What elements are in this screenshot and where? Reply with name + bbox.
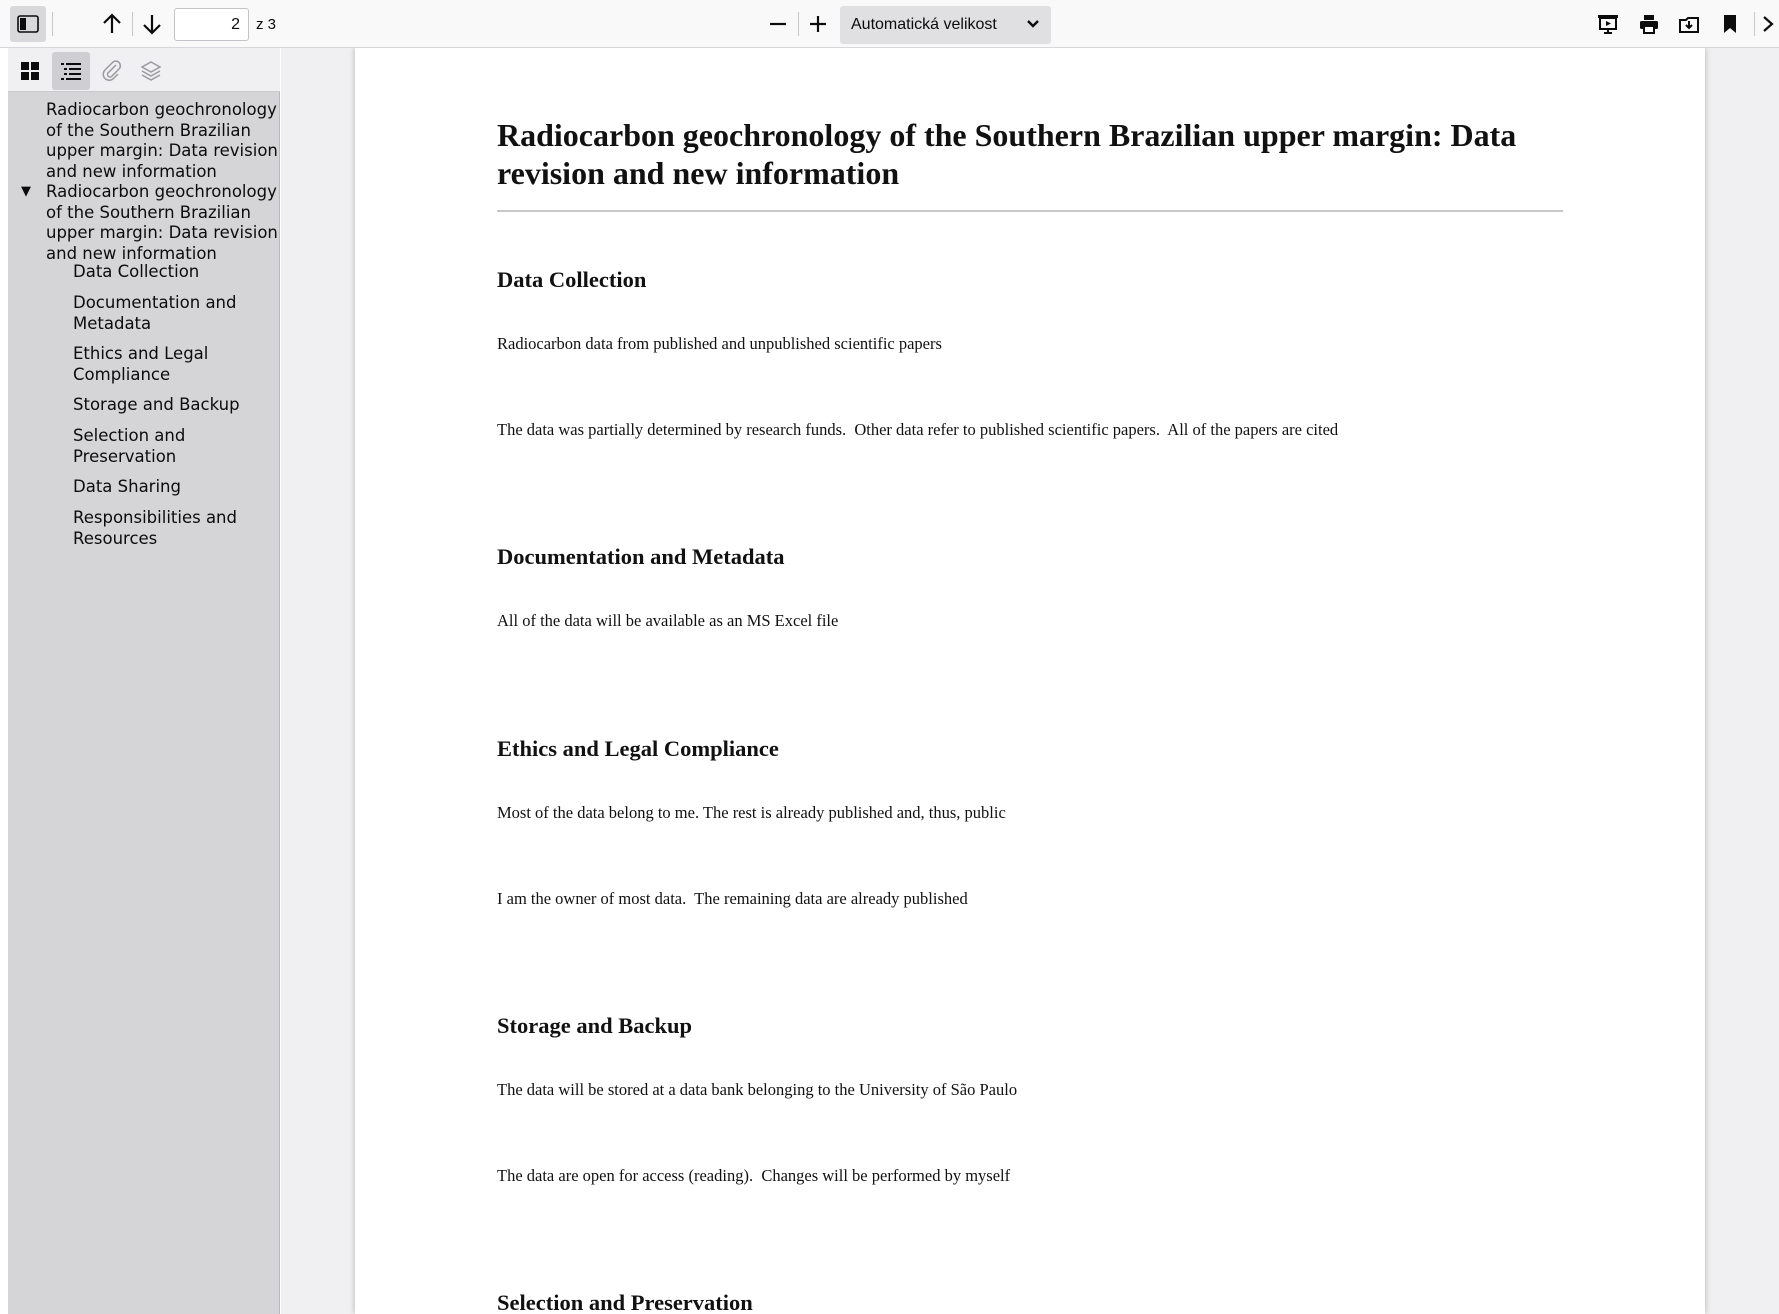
section-paragraph: Radiocarbon data from published and unpu… — [497, 334, 942, 353]
outline-view-button[interactable] — [52, 52, 90, 90]
arrow-down-icon — [143, 15, 161, 35]
outline-item-ethics[interactable]: Ethics and Legal Compliance — [73, 344, 223, 385]
outline-item-selection[interactable]: Selection and Preservation — [73, 426, 203, 467]
minus-icon — [770, 22, 786, 26]
print-button[interactable] — [1631, 6, 1667, 42]
chevron-down-icon — [1027, 20, 1039, 28]
section-paragraph: All of the data will be available as an … — [497, 611, 839, 630]
zoom-select[interactable]: Automatická velikost — [840, 6, 1051, 44]
outline-item-documentation[interactable]: Documentation and Metadata — [73, 293, 248, 334]
section-paragraph: I am the owner of most data. The remaini… — [497, 889, 968, 908]
arrow-up-icon — [103, 13, 121, 33]
more-tools-button[interactable] — [1756, 6, 1779, 42]
layers-view-button[interactable] — [132, 52, 170, 90]
next-page-button[interactable] — [134, 6, 170, 42]
outline-item-data-sharing[interactable]: Data Sharing — [73, 477, 273, 498]
sidebar-view-switcher — [8, 48, 280, 92]
paperclip-icon — [102, 60, 122, 81]
section-heading: Data Collection — [497, 267, 647, 292]
sidebar-icon — [17, 15, 39, 33]
zoom-select-label: Automatická velikost — [851, 16, 997, 33]
toolbar: z 3 Automatická velikost — [0, 0, 1779, 48]
toolbar-separator — [1754, 12, 1755, 36]
printer-icon — [1640, 15, 1658, 34]
section-heading: Documentation and Metadata — [497, 544, 785, 569]
presentation-mode-button[interactable] — [1590, 6, 1626, 42]
chevron-right-icon — [1762, 16, 1774, 32]
section-paragraph: The data was partially determined by res… — [497, 420, 1339, 439]
section-heading: Storage and Backup — [497, 1013, 693, 1038]
zoom-in-button[interactable] — [800, 6, 836, 42]
thumbnails-view-button[interactable] — [11, 52, 49, 90]
section-paragraph: Most of the data belong to me. The rest … — [497, 803, 1006, 822]
plus-icon — [810, 16, 826, 32]
list-icon — [61, 63, 81, 80]
zoom-out-button[interactable] — [760, 6, 796, 42]
section-heading: Selection and Preservation — [497, 1290, 753, 1314]
outline-item-title[interactable]: Radiocarbon geochronology of the Souther… — [46, 100, 278, 182]
outline-item-title-expanded[interactable]: Radiocarbon geochronology of the Souther… — [46, 182, 278, 264]
page-count: z 3 — [256, 16, 277, 33]
save-button[interactable] — [1671, 6, 1707, 42]
section-paragraph: The data are open for access (reading). … — [497, 1166, 1011, 1185]
download-icon — [1679, 17, 1699, 33]
bookmark-icon — [1724, 15, 1736, 33]
section-paragraph: The data will be stored at a data bank b… — [497, 1080, 1018, 1099]
document-title: Radiocarbon geochronology of the Souther… — [497, 117, 1517, 191]
outline-item-data-collection[interactable]: Data Collection — [73, 262, 273, 283]
outline-item-responsibilities[interactable]: Responsibilities and Resources — [73, 508, 248, 549]
toolbar-separator — [798, 12, 799, 36]
grid-icon — [21, 62, 39, 80]
toolbar-separator — [52, 12, 53, 36]
page-number-input[interactable] — [174, 8, 249, 41]
sidebar-toggle-button[interactable] — [10, 6, 46, 42]
section-heading: Ethics and Legal Compliance — [497, 736, 779, 761]
attachments-view-button[interactable] — [93, 52, 131, 90]
bookmark-button[interactable] — [1712, 6, 1748, 42]
layers-icon — [140, 61, 162, 81]
title-divider — [497, 210, 1563, 212]
sidebar: Radiocarbon geochronology of the Souther… — [8, 48, 280, 1314]
outline-item-storage[interactable]: Storage and Backup — [73, 395, 273, 416]
toolbar-separator — [132, 12, 133, 36]
previous-page-button[interactable] — [94, 6, 130, 42]
presentation-icon — [1598, 15, 1618, 34]
expand-toggle-icon[interactable]: ▼ — [21, 182, 31, 203]
document-viewer[interactable]: Radiocarbon geochronology of the Souther… — [281, 48, 1779, 1314]
pdf-page: Radiocarbon geochronology of the Souther… — [355, 48, 1705, 1314]
